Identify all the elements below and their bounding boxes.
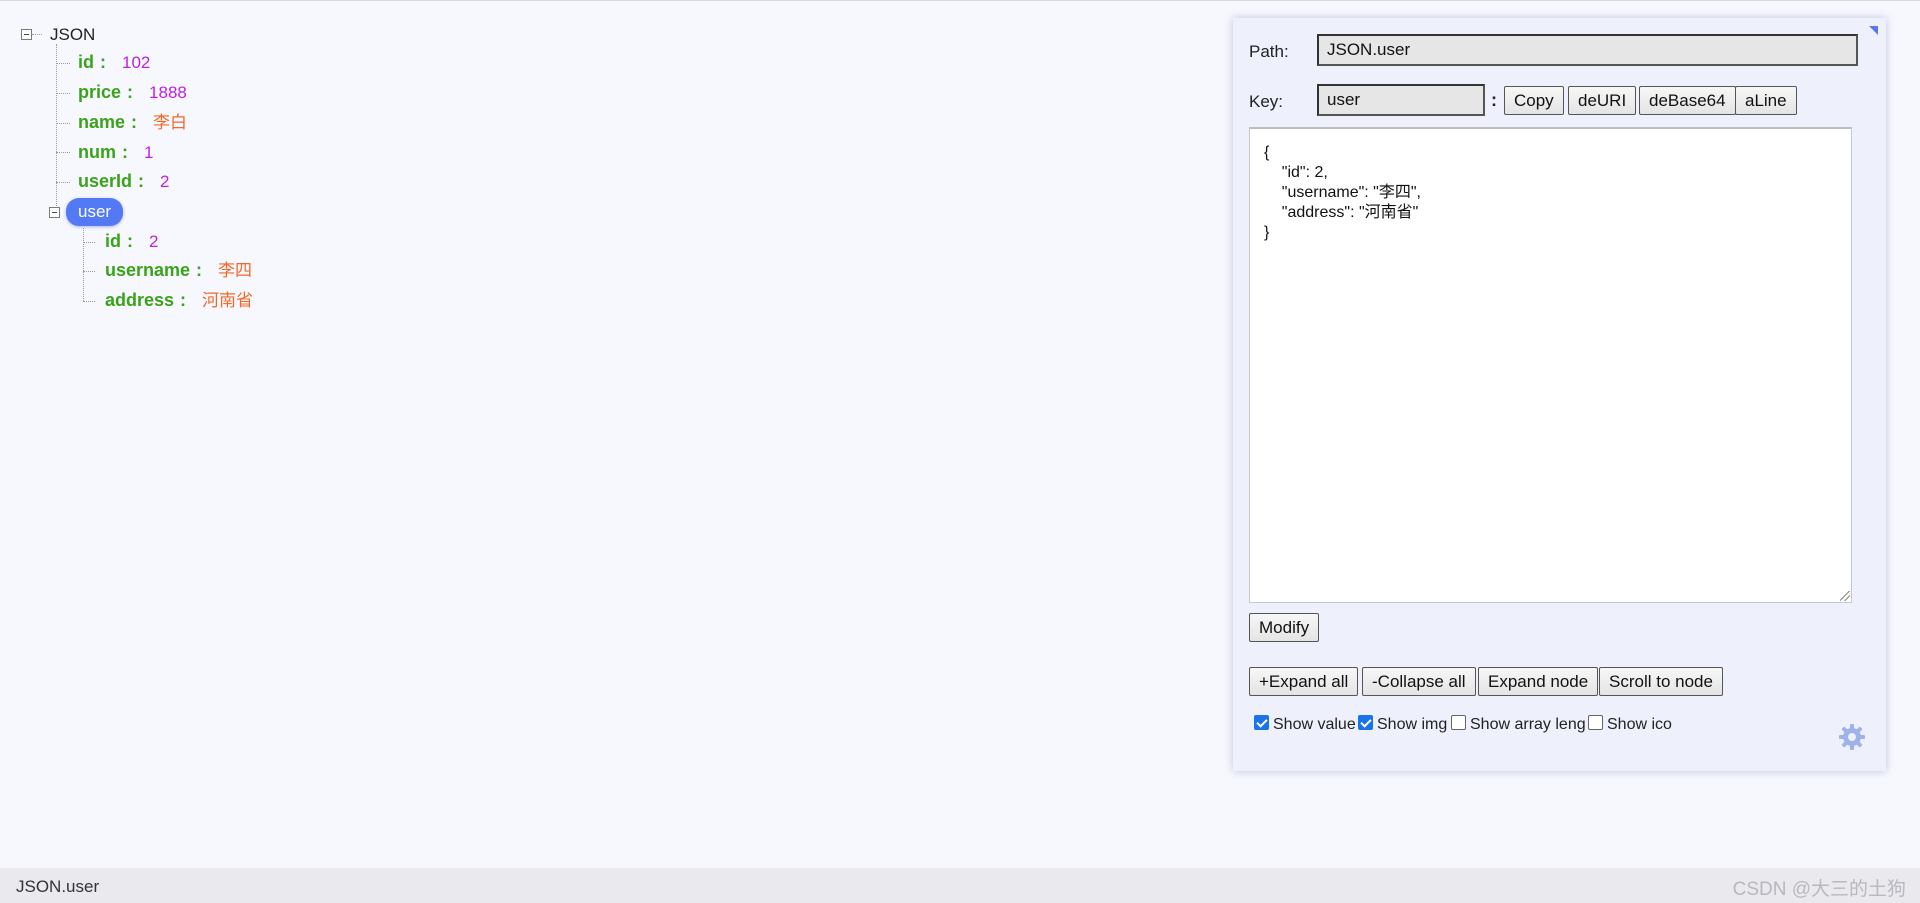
tree-node-userid[interactable]: userId:2	[78, 171, 170, 191]
show-ico-label: Show ico	[1607, 716, 1672, 733]
deuri-button[interactable]: deURI	[1568, 86, 1637, 115]
tree-connector	[56, 152, 70, 153]
tree-connector	[83, 242, 95, 243]
tree-connector	[83, 271, 95, 272]
root-collapse-toggle[interactable]	[21, 29, 32, 40]
tree-connector	[83, 228, 84, 301]
node-key: name	[78, 112, 126, 132]
node-key: username	[105, 260, 191, 280]
node-key: id	[105, 231, 121, 251]
node-colon: :	[180, 290, 187, 310]
path-field[interactable]: JSON.user	[1317, 34, 1858, 66]
show-img-checkbox[interactable]	[1358, 715, 1373, 730]
scroll-to-node-button[interactable]: Scroll to node	[1599, 667, 1723, 696]
aline-button[interactable]: aLine	[1735, 86, 1797, 115]
tree-connector	[83, 301, 95, 302]
show-ico-checkbox[interactable]	[1588, 715, 1603, 730]
tree-connector	[56, 182, 70, 183]
node-value: 李四	[218, 261, 253, 280]
node-colon: :	[138, 171, 145, 191]
tree-node-num[interactable]: num:1	[78, 142, 153, 162]
tree-node-price[interactable]: price:1888	[78, 82, 187, 102]
node-value: 李白	[153, 113, 188, 132]
node-inspector-panel: Path: JSON.user Key: user : Copy deURI d…	[1233, 18, 1886, 771]
collapse-all-button[interactable]: -Collapse all	[1362, 667, 1476, 696]
tree-connector	[56, 93, 70, 94]
panel-corner-toggle-icon[interactable]	[1869, 26, 1878, 35]
json-tree: JSON id:102 price:1888 name: 李白 num:1 use…	[0, 0, 1200, 860]
node-colon: :	[127, 231, 133, 251]
json-editor[interactable]: { "id": 2, "username": "李四", "address": …	[1249, 127, 1852, 603]
tree-connector	[56, 63, 70, 64]
key-field[interactable]: user	[1317, 84, 1485, 116]
node-key: id	[78, 52, 94, 72]
key-colon: :	[1491, 90, 1497, 110]
node-key: num	[78, 142, 116, 162]
tree-node-id[interactable]: id:102	[78, 52, 150, 72]
node-value: 1888	[149, 83, 187, 102]
node-colon: :	[131, 112, 138, 132]
tree-connector	[56, 123, 70, 124]
node-colon: :	[100, 52, 106, 72]
node-key: price	[78, 82, 122, 102]
show-value-checkbox[interactable]	[1254, 715, 1269, 730]
tree-node-user-id[interactable]: id:2	[105, 231, 158, 251]
tree-connector	[32, 34, 42, 35]
node-key: address	[105, 290, 175, 310]
show-value-label: Show value	[1273, 716, 1356, 733]
show-array-length-label: Show array leng	[1470, 716, 1586, 733]
settings-gear-icon[interactable]	[1838, 723, 1866, 751]
path-label: Path:	[1249, 42, 1289, 61]
status-bar: JSON.user CSDN @大三的土狗	[0, 868, 1920, 903]
node-colon: :	[127, 82, 134, 102]
watermark: CSDN @大三的土狗	[1732, 879, 1906, 900]
show-img-label: Show img	[1377, 716, 1448, 733]
resize-grip-icon	[1840, 591, 1850, 601]
modify-button[interactable]: Modify	[1249, 613, 1320, 642]
show-array-length-checkbox[interactable]	[1451, 715, 1466, 730]
node-value: 102	[122, 53, 151, 72]
node-key: userId	[78, 171, 133, 191]
expand-node-button[interactable]: Expand node	[1478, 667, 1599, 696]
editor-resize-handle[interactable]	[1840, 591, 1852, 603]
root-label[interactable]: JSON	[50, 25, 95, 45]
tree-node-user-address[interactable]: address: 河南省	[105, 290, 253, 310]
tree-node-name[interactable]: name: 李白	[78, 112, 187, 132]
tree-node-user-username[interactable]: username: 李四	[105, 260, 252, 280]
copy-button[interactable]: Copy	[1504, 86, 1564, 115]
tree-node-user-selected[interactable]: user	[66, 198, 124, 226]
status-path: JSON.user	[16, 877, 100, 896]
debase64-button[interactable]: deBase64	[1639, 86, 1736, 115]
user-collapse-toggle[interactable]	[49, 207, 60, 218]
key-label: Key:	[1249, 92, 1284, 111]
node-value: 1	[144, 143, 154, 162]
node-value: 2	[160, 172, 170, 191]
node-value: 2	[149, 232, 159, 251]
node-colon: :	[122, 142, 128, 162]
node-colon: :	[196, 260, 203, 280]
expand-all-button[interactable]: +Expand all	[1249, 667, 1359, 696]
node-value: 河南省	[202, 291, 254, 310]
